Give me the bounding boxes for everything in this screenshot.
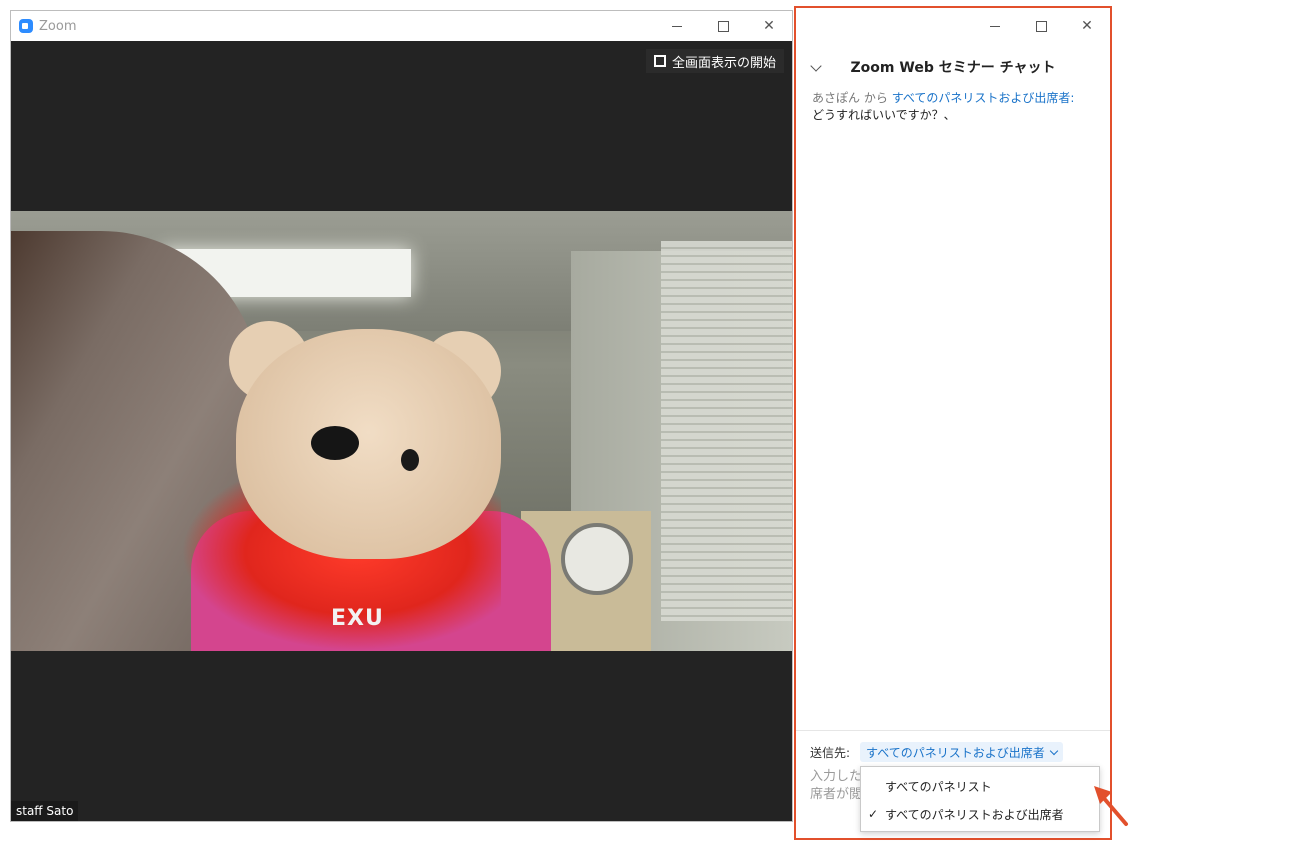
close-icon: ✕ <box>763 18 775 34</box>
video-bear-eye <box>401 449 419 471</box>
minimize-icon <box>990 25 1000 27</box>
enter-fullscreen-button[interactable]: 全画面表示の開始 <box>645 49 784 73</box>
video-shirt-logo: EXU <box>331 606 384 631</box>
minimize-icon <box>672 25 682 27</box>
main-titlebar: Zoom ✕ <box>11 11 792 41</box>
video-window-blinds <box>661 241 792 621</box>
message-meta: あさぽん から すべてのパネリストおよび出席者: <box>812 90 1100 107</box>
send-to-label: 送信先: <box>810 745 851 760</box>
chevron-down-icon <box>1049 746 1058 755</box>
chat-titlebar: ✕ <box>796 8 1110 44</box>
chevron-down-icon[interactable] <box>810 60 822 72</box>
participant-video: EXU <box>11 211 792 651</box>
maximize-icon <box>717 20 729 32</box>
participant-name-tag: staff Sato <box>11 801 79 821</box>
message-recipient-link[interactable]: すべてのパネリストおよび出席者: <box>892 91 1075 105</box>
dropdown-item-panelists-and-attendees[interactable]: ✓ すべてのパネリストおよび出席者 <box>861 800 1099 828</box>
maximize-button[interactable] <box>700 11 746 41</box>
message-sender: あさぽん <box>812 91 861 105</box>
message-text: どうすればいいですか？、 <box>812 108 956 122</box>
chat-close-button[interactable]: ✕ <box>1064 8 1110 44</box>
check-icon: ✓ <box>867 807 879 821</box>
message-from-word: から <box>863 91 888 105</box>
chat-message: あさぽん から すべてのパネリストおよび出席者: どうすればいいですか？、 <box>812 90 1100 124</box>
send-to-row: 送信先: すべてのパネリストおよび出席者 <box>810 741 1063 763</box>
chat-title: Zoom Web セミナー チャット <box>850 60 1056 76</box>
chat-window: ✕ Zoom Web セミナー チャット あさぽん から すべてのパネリストおよ… <box>794 6 1112 840</box>
recipient-dropdown-menu: すべてのパネリスト ✓ すべてのパネリストおよび出席者 <box>860 766 1100 832</box>
minimize-button[interactable] <box>654 11 700 41</box>
zoom-logo-icon <box>19 19 33 33</box>
dropdown-item-label: すべてのパネリスト <box>885 779 992 794</box>
video-bear-head <box>236 329 501 559</box>
close-icon: ✕ <box>1081 18 1093 34</box>
chat-divider <box>796 730 1110 731</box>
chat-header: Zoom Web セミナー チャット <box>796 52 1110 82</box>
chat-window-controls: ✕ <box>972 8 1110 44</box>
chat-minimize-button[interactable] <box>972 8 1018 44</box>
video-bear-nose <box>311 426 359 460</box>
recipient-selector-button[interactable]: すべてのパネリストおよび出席者 <box>860 742 1063 762</box>
chat-maximize-button[interactable] <box>1018 8 1064 44</box>
recipient-selector-label: すべてのパネリストおよび出席者 <box>866 745 1045 760</box>
video-wall-clock <box>561 523 633 595</box>
main-window-controls: ✕ <box>654 11 792 41</box>
dropdown-item-panelists[interactable]: すべてのパネリスト <box>861 772 1099 800</box>
fullscreen-label: 全画面表示の開始 <box>671 55 776 71</box>
close-button[interactable]: ✕ <box>746 11 792 41</box>
window-title: Zoom <box>39 18 77 34</box>
dropdown-item-label: すべてのパネリストおよび出席者 <box>885 807 1064 822</box>
maximize-icon <box>1035 20 1047 32</box>
annotation-arrow-icon <box>1094 786 1128 826</box>
fullscreen-icon <box>653 55 666 67</box>
zoom-main-window: Zoom ✕ 全画面表示の開始 EXU staff Sato <box>10 10 793 822</box>
